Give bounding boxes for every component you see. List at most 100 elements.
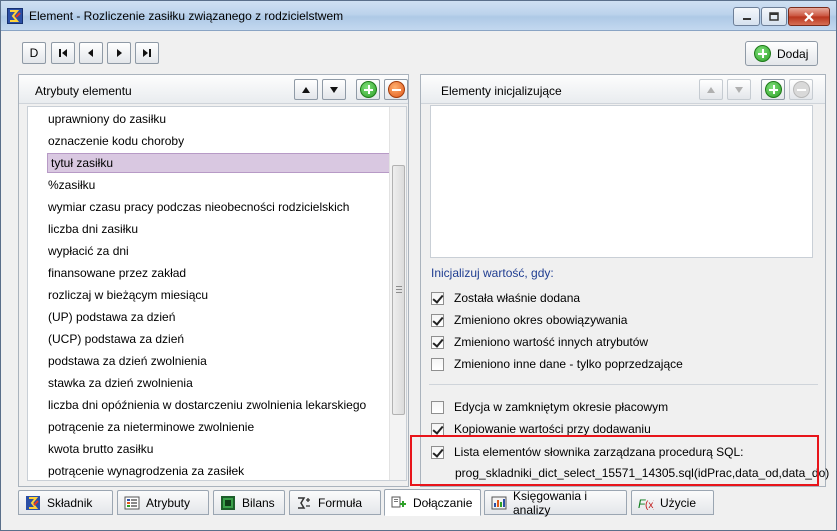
maximize-button[interactable] xyxy=(761,7,787,26)
attributes-panel-header: Atrybuty elementu xyxy=(19,75,408,104)
first-record-icon xyxy=(59,49,67,57)
checkbox[interactable] xyxy=(431,335,444,349)
init-condition-period-changed[interactable]: Zmieniono okres obowiązywania xyxy=(431,311,627,329)
list-item[interactable]: %zasiłku xyxy=(48,175,95,195)
highlight-box xyxy=(410,435,819,486)
list-item[interactable]: oznaczenie kodu choroby xyxy=(48,131,184,151)
list-item[interactable]: wymiar czasu pracy podczas nieobecności … xyxy=(48,197,349,217)
close-button[interactable] xyxy=(788,7,830,26)
skladnik-icon xyxy=(26,495,40,510)
previous-record-button[interactable] xyxy=(79,42,103,64)
dolaczanie-icon xyxy=(391,496,406,507)
list-item[interactable]: uprawniony do zasiłku xyxy=(48,109,166,129)
fx-icon: F(x) xyxy=(638,497,654,511)
grip-line xyxy=(396,292,402,293)
ksiegowania-icon xyxy=(491,496,507,509)
tab-bilans[interactable]: Bilans xyxy=(213,490,285,515)
list-item[interactable]: kwota brutto zasiłku xyxy=(48,439,153,459)
tab-formula[interactable]: Formuła xyxy=(289,490,381,515)
app-icon xyxy=(7,8,23,24)
init-elements-panel: Elementy inicjalizujące Inicjalizuj wart… xyxy=(420,74,829,487)
list-item[interactable]: rozliczaj w bieżącym miesiącu xyxy=(48,285,208,305)
init-condition-other-attributes[interactable]: Zmieniono wartość innych atrybutów xyxy=(431,333,648,351)
list-item-selected[interactable]: tytuł zasiłku xyxy=(47,153,391,173)
list-item[interactable]: liczba dni opóźnienia w dostarczeniu zwo… xyxy=(48,395,366,415)
init-condition-other-data[interactable]: Zmieniono inne dane - tylko poprzedzając… xyxy=(431,355,683,373)
triangle-up-icon xyxy=(707,86,715,93)
list-item[interactable]: wypłacić za dni xyxy=(48,241,129,261)
grip-line xyxy=(396,286,402,287)
list-item[interactable]: podstawa za dzień zwolnienia xyxy=(48,351,207,371)
checkbox-label: Została właśnie dodana xyxy=(454,291,581,305)
minimize-button[interactable] xyxy=(733,7,760,26)
move-down-button[interactable] xyxy=(322,79,346,100)
move-up-button-disabled[interactable] xyxy=(699,79,723,100)
tab-label: Dołączanie xyxy=(413,495,473,510)
move-up-button[interactable] xyxy=(294,79,318,100)
remove-icon xyxy=(792,81,810,98)
tab-label: Formuła xyxy=(318,495,363,510)
previous-record-icon xyxy=(88,49,93,57)
remove-icon xyxy=(387,81,405,98)
last-record-button[interactable] xyxy=(135,42,159,64)
new-record-label: D xyxy=(29,46,39,60)
move-down-button-disabled[interactable] xyxy=(727,79,751,100)
title-bar: Element - Rozliczenie zasiłku związanego… xyxy=(1,1,836,31)
option-closed-period-edit[interactable]: Edycja w zamkniętym okresie płacowym xyxy=(431,398,668,416)
attributes-panel-title: Atrybuty elementu xyxy=(35,84,132,98)
checkbox-label: Kopiowanie wartości przy dodawaniu xyxy=(454,422,651,436)
tab-ksiegowania[interactable]: Księgowania i analizy xyxy=(484,488,627,517)
list-item[interactable]: finansowane przez zakład xyxy=(48,263,186,283)
checkbox[interactable] xyxy=(431,422,444,436)
tab-label: Użycie xyxy=(660,495,697,510)
grip-line xyxy=(396,289,402,290)
formula-icon xyxy=(298,496,310,509)
checkbox-label: Zmieniono wartość innych atrybutów xyxy=(454,335,649,349)
dodaj-label: Dodaj xyxy=(777,46,809,61)
list-item[interactable]: liczba dni zasiłku xyxy=(48,219,138,239)
bilans-icon xyxy=(221,495,235,510)
tab-label: Bilans xyxy=(242,495,275,510)
window-title: Element - Rozliczenie zasiłku związanego… xyxy=(29,9,344,23)
checkbox[interactable] xyxy=(431,400,444,414)
remove-attribute-button[interactable] xyxy=(384,79,408,100)
list-item[interactable]: potrącenie wynagrodzenia za zasiłek xyxy=(48,461,244,480)
maximize-icon xyxy=(769,12,779,21)
add-init-element-button[interactable] xyxy=(761,79,785,100)
dodaj-button[interactable]: Dodaj xyxy=(745,41,818,66)
triangle-down-icon xyxy=(735,86,743,93)
minimize-icon xyxy=(742,17,751,20)
first-record-button[interactable] xyxy=(51,42,75,64)
vertical-scrollbar[interactable] xyxy=(389,107,406,480)
add-attribute-button[interactable] xyxy=(356,79,380,100)
remove-init-element-button[interactable] xyxy=(789,79,813,100)
checkbox-label: Edycja w zamkniętym okresie płacowym xyxy=(454,400,669,414)
tab-label: Księgowania i analizy xyxy=(513,488,588,517)
list-item[interactable]: potrącenie za nieterminowe zwolnienie xyxy=(48,417,254,437)
list-item[interactable]: (UCP) podstawa za dzień xyxy=(48,329,184,349)
list-item[interactable]: (UP) podstawa za dzień xyxy=(48,307,175,327)
init-elements-panel-title: Elementy inicjalizujące xyxy=(441,84,562,98)
checkbox[interactable] xyxy=(431,291,444,305)
next-record-button[interactable] xyxy=(107,42,131,64)
init-condition-added[interactable]: Została właśnie dodana xyxy=(431,289,580,307)
tab-skladnik[interactable]: Składnik xyxy=(18,490,113,515)
atrybuty-icon xyxy=(124,496,140,509)
new-record-button[interactable]: D xyxy=(22,42,46,64)
tab-atrybuty[interactable]: Atrybuty xyxy=(117,490,209,515)
separator xyxy=(429,384,818,385)
svg-text:(x): (x) xyxy=(645,500,654,511)
checkbox[interactable] xyxy=(431,357,444,371)
attributes-list[interactable]: uprawniony do zasiłku oznaczenie kodu ch… xyxy=(27,106,407,481)
checkbox-label: Zmieniono inne dane - tylko poprzedzając… xyxy=(454,357,683,371)
init-elements-list[interactable] xyxy=(430,105,813,258)
checkbox-label: Zmieniono okres obowiązywania xyxy=(454,313,628,327)
tab-dolaczanie[interactable]: Dołączanie xyxy=(384,489,481,516)
list-item[interactable]: stawka za dzień zwolnienia xyxy=(48,373,193,393)
init-elements-panel-header: Elementy inicjalizujące xyxy=(421,75,825,104)
scrollbar-thumb[interactable] xyxy=(392,165,405,415)
checkbox[interactable] xyxy=(431,313,444,327)
add-icon xyxy=(359,81,377,98)
add-icon xyxy=(754,45,771,62)
tab-uzycie[interactable]: F(x) Użycie xyxy=(631,490,714,515)
